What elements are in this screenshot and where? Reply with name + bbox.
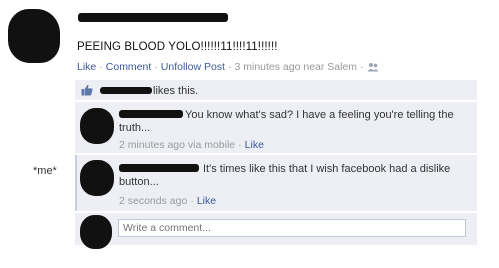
comment-text-2: It's times like this that I wish faceboo… xyxy=(119,163,451,188)
post-like-link[interactable]: Like xyxy=(77,61,96,73)
commenter-avatar-2[interactable] xyxy=(80,160,114,196)
comment-box[interactable] xyxy=(118,219,466,237)
friends-icon[interactable] xyxy=(367,62,379,75)
poster-name-redacted[interactable] xyxy=(78,13,228,22)
comment-timestamp-2[interactable]: 2 seconds ago xyxy=(119,195,187,207)
separator: · xyxy=(360,61,364,73)
comment-meta-2: 2 seconds ago · Like xyxy=(119,195,216,207)
unfollow-post-link[interactable]: Unfollow Post xyxy=(161,61,225,73)
post-actions: Like · Comment · Unfollow Post · 3 minutes ago… xyxy=(77,61,379,75)
commenter-avatar-1[interactable] xyxy=(80,108,114,144)
comment-timestamp-1[interactable]: 2 minutes ago via mobile xyxy=(119,139,235,151)
post-timestamp[interactable]: 3 minutes ago near Salem xyxy=(234,61,357,73)
comment-like-link-1[interactable]: Like xyxy=(245,139,264,151)
liker-name-redacted[interactable] xyxy=(100,87,152,94)
likes-text: likes this. xyxy=(153,85,199,97)
separator: · xyxy=(227,61,232,73)
separator: · xyxy=(238,139,242,151)
write-comment-input[interactable] xyxy=(119,220,465,236)
thumbs-up-icon xyxy=(81,84,93,96)
comment-text-1: You know what's sad? I have a feeling yo… xyxy=(119,109,454,134)
post-comment-link[interactable]: Comment xyxy=(106,61,152,73)
me-annotation: *me* xyxy=(33,165,57,177)
comment-like-link-2[interactable]: Like xyxy=(197,195,216,207)
my-avatar xyxy=(80,215,112,249)
poster-avatar[interactable] xyxy=(8,9,60,63)
separator: · xyxy=(154,61,158,73)
separator: · xyxy=(190,195,194,207)
comment-meta-1: 2 minutes ago via mobile · Like xyxy=(119,139,264,151)
post-text: PEEING BLOOD YOLO!!!!!!11!!!!11!!!!!! xyxy=(77,41,278,53)
separator: · xyxy=(99,61,103,73)
